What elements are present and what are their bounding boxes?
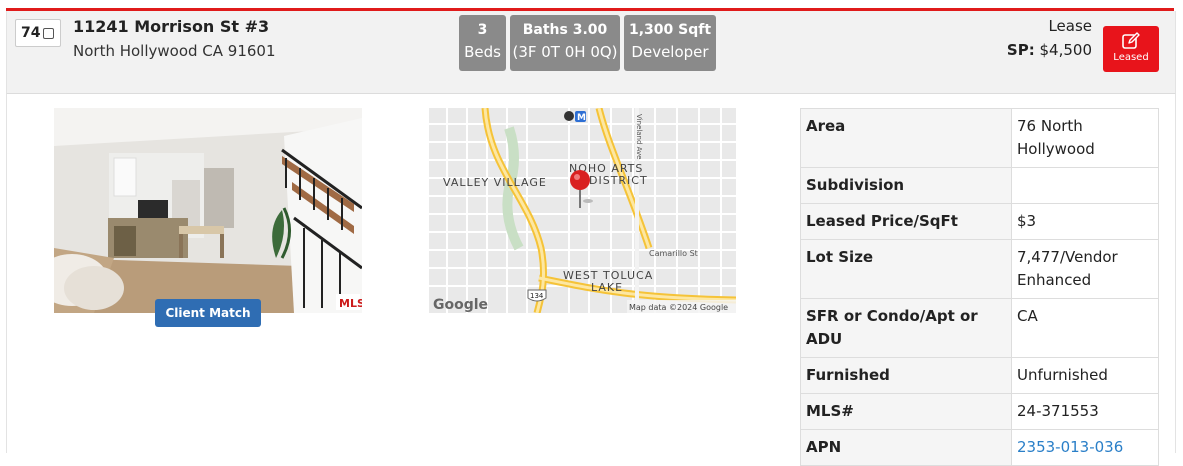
lease-type: Lease <box>1048 17 1092 35</box>
detail-key: SFR or Condo/Apt or ADU <box>800 298 1012 358</box>
detail-key: Lot Size <box>800 239 1012 299</box>
map-label-vineland: Vineland Ave <box>635 114 643 160</box>
table-row: Leased Price/SqFt $3 <box>800 203 1159 240</box>
sold-price: SP: $4,500 <box>1007 41 1092 59</box>
map-label-camarillo: Camarillo St <box>649 249 698 258</box>
listing-select-box[interactable]: 74 <box>15 19 61 47</box>
city-line: North Hollywood CA 91601 <box>73 42 276 60</box>
street-address[interactable]: 11241 Morrison St #3 <box>73 17 269 36</box>
table-row: MLS# 24-371553 <box>800 393 1159 430</box>
beds-value: 3 <box>477 22 488 38</box>
detail-key: Subdivision <box>800 167 1012 204</box>
detail-value: Unfurnished <box>1011 357 1159 394</box>
apn-link[interactable]: 2353-013-036 <box>1017 438 1123 456</box>
detail-key: MLS# <box>800 393 1012 430</box>
highway-shield-icon: 134 <box>527 289 547 302</box>
svg-text:MLS: MLS <box>339 297 362 310</box>
location-map[interactable]: M NOHO ARTS DISTRICT VALLEY VILLAGE WEST… <box>429 108 736 313</box>
map-label-noho-2: DISTRICT <box>589 174 648 187</box>
detail-value <box>1011 167 1159 204</box>
detail-value: $3 <box>1011 203 1159 240</box>
map-label-valley-village: VALLEY VILLAGE <box>443 176 547 189</box>
client-match-button[interactable]: Client Match <box>155 299 261 327</box>
detail-value: 2353-013-036 <box>1011 429 1159 466</box>
table-row: Furnished Unfurnished <box>800 357 1159 394</box>
map-label-west-toluca-2: LAKE <box>591 281 623 294</box>
highway-shield-label: 134 <box>530 292 544 300</box>
details-table: Area 76 North Hollywood Subdivision Leas… <box>800 108 1159 466</box>
table-row: Area 76 North Hollywood <box>800 108 1159 168</box>
detail-key: Area <box>800 108 1012 168</box>
table-row: Subdivision <box>800 167 1159 204</box>
baths-value: Baths 3.00 <box>522 22 608 38</box>
detail-value: 76 North Hollywood <box>1011 108 1159 168</box>
baths-detail: (3F 0T 0H 0Q) <box>512 43 618 61</box>
detail-key: Leased Price/SqFt <box>800 203 1012 240</box>
google-logo: Google <box>433 297 488 313</box>
sqft-source: Developer <box>631 43 709 61</box>
property-photo[interactable]: MLS <box>54 108 362 313</box>
sqft-value: 1,300 Sqft <box>628 22 712 38</box>
leased-label: Leased <box>1113 52 1149 63</box>
metro-label: M <box>577 113 586 123</box>
detail-value: 7,477/Vendor Enhanced <box>1011 239 1159 299</box>
table-row: SFR or Condo/Apt or ADU CA <box>800 298 1159 358</box>
sqft-badge: 1,300 Sqft Developer <box>624 15 716 71</box>
map-attribution[interactable]: Map data ©2024 Google <box>629 303 728 312</box>
table-row: APN 2353-013-036 <box>800 429 1159 466</box>
sp-value: $4,500 <box>1039 41 1093 59</box>
listing-checkbox[interactable] <box>43 27 55 39</box>
edit-icon <box>1103 32 1159 50</box>
detail-key: APN <box>800 429 1012 466</box>
detail-value: 24-371553 <box>1011 393 1159 430</box>
listing-number: 74 <box>21 25 41 41</box>
beds-badge: 3 Beds <box>459 15 506 71</box>
baths-badge: Baths 3.00 (3F 0T 0H 0Q) <box>510 15 620 71</box>
sp-label: SP: <box>1006 41 1035 59</box>
table-row: Lot Size 7,477/Vendor Enhanced <box>800 239 1159 299</box>
leased-status-button[interactable]: Leased <box>1103 26 1159 72</box>
beds-label: Beds <box>464 43 501 61</box>
detail-value: CA <box>1011 298 1159 358</box>
detail-key: Furnished <box>800 357 1012 394</box>
